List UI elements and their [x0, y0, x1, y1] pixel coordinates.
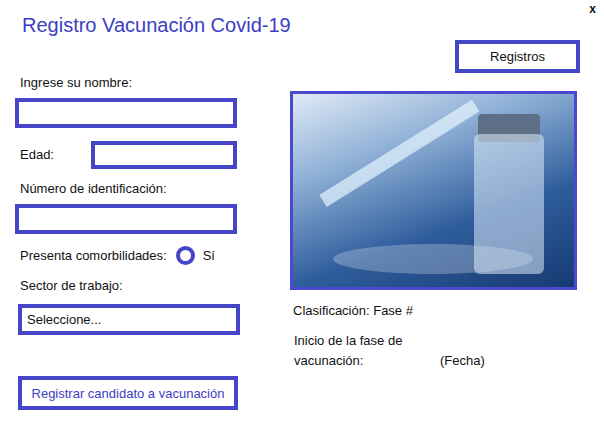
registration-window: Registro Vacunación Covid-19 x Registros… — [0, 0, 604, 443]
sector-value: Seleccione... — [27, 312, 101, 327]
phase-start-value: (Fecha) — [440, 351, 485, 371]
records-button[interactable]: Registros — [455, 40, 580, 73]
id-input[interactable] — [15, 204, 237, 234]
close-button[interactable]: x — [587, 2, 598, 16]
comorbidities-radio[interactable] — [176, 246, 195, 265]
phase-start-label: Inicio de la fase de vacunación: — [294, 331, 404, 371]
vaccine-photo — [290, 91, 577, 290]
comorbidities-label: Presenta comorbilidades: — [20, 248, 167, 263]
age-label: Edad: — [15, 147, 91, 163]
window-title: Registro Vacunación Covid-19 — [22, 13, 291, 37]
comorbidities-option-label[interactable]: Sí — [203, 248, 215, 263]
sector-label: Sector de trabajo: — [15, 278, 255, 294]
name-input[interactable] — [15, 98, 237, 128]
register-button[interactable]: Registrar candidato a vacunación — [18, 376, 238, 410]
name-label: Ingrese su nombre: — [15, 75, 255, 91]
id-label: Número de identificación: — [15, 181, 255, 197]
classification-label: Clasificación: Fase # — [290, 303, 604, 319]
sector-select[interactable]: Seleccione... — [18, 304, 240, 335]
age-input[interactable] — [91, 141, 237, 169]
